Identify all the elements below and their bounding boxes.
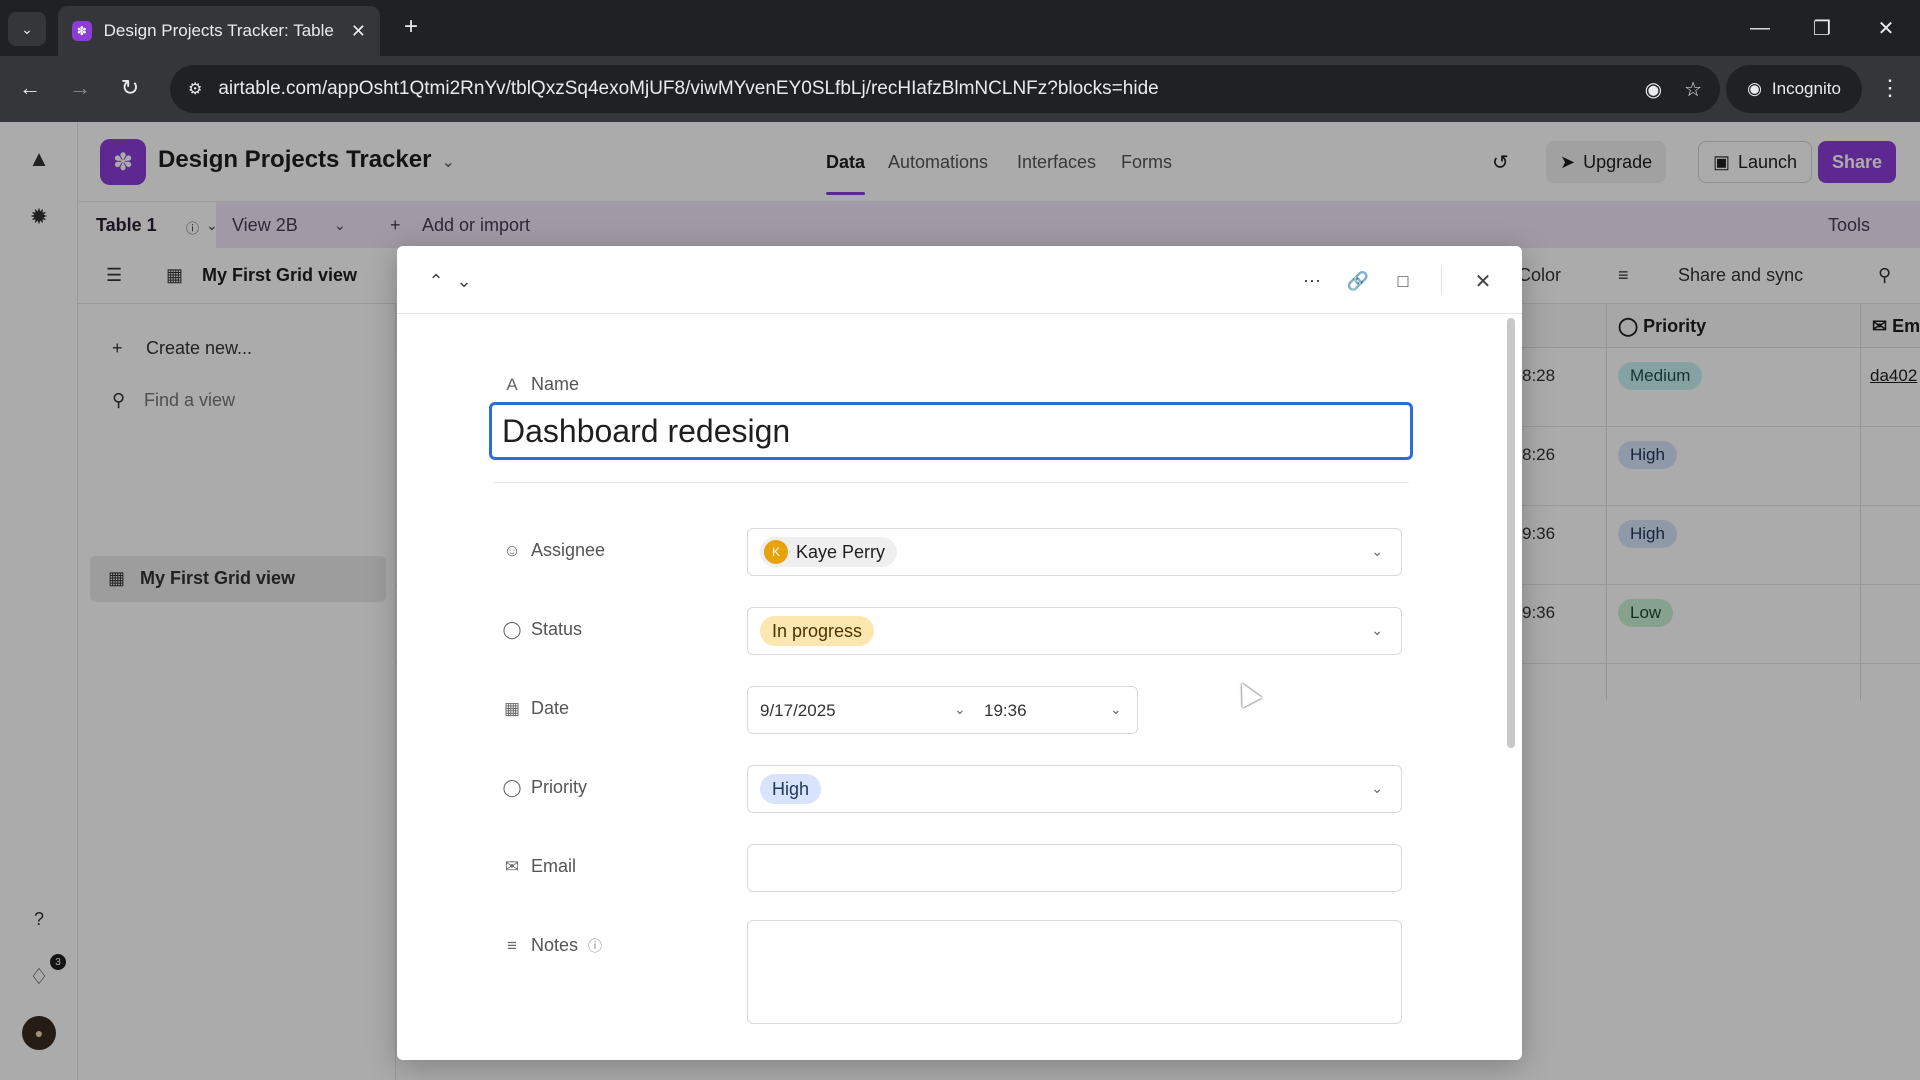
address-bar[interactable]: ⚙ airtable.com/appOsht1Qtmi2RnYv/tblQxzS… <box>170 65 1720 113</box>
reload-icon[interactable]: ↻ <box>112 70 148 106</box>
comments-icon[interactable]: □ <box>1388 266 1418 296</box>
next-record-icon[interactable]: ⌄ <box>449 266 479 296</box>
priority-chip: High <box>760 774 822 804</box>
name-input[interactable] <box>489 402 1413 460</box>
more-options-icon[interactable]: ⋯ <box>1297 266 1327 296</box>
priority-select[interactable]: High ⌄ <box>747 765 1402 813</box>
toolbar-divider <box>1441 266 1442 294</box>
minimize-icon[interactable]: — <box>1740 10 1780 46</box>
text-field-icon: A <box>506 374 518 394</box>
url-text[interactable]: airtable.com/appOsht1Qtmi2RnYv/tblQxzSq4… <box>218 78 1622 100</box>
chevron-down-icon[interactable]: ⌄ <box>1371 780 1383 797</box>
close-icon[interactable]: ✕ <box>1468 266 1498 296</box>
back-icon[interactable]: ← <box>12 70 48 106</box>
priority-label: ◯ Priority <box>502 777 588 797</box>
time-chevron-icon[interactable]: ⌄ <box>1110 701 1122 718</box>
chevron-down-icon[interactable]: ⌄ <box>1371 543 1383 560</box>
assignee-label: ☺ Assignee <box>503 540 606 560</box>
incognito-label: Incognito <box>1771 79 1841 98</box>
user-icon: ☺ <box>503 540 521 560</box>
date-field[interactable]: 9/17/2025 ⌄ 19:36 ⌄ <box>747 686 1138 734</box>
notes-textarea[interactable] <box>747 920 1402 1024</box>
browser-tab[interactable]: ✽ Design Projects Tracker: Table 1 ✕ <box>58 6 380 56</box>
incognito-indicator[interactable]: ◉ Incognito <box>1726 65 1862 113</box>
date-chevron-icon[interactable]: ⌄ <box>954 701 966 718</box>
record-expand-modal: ⌃ ⌄ ⋯ 🔗 □ ✕ AName ☺Assignee KKaye Perry … <box>397 246 1522 1060</box>
assignee-avatar: K <box>764 540 788 564</box>
tab-search-chevron-icon[interactable]: ⌄ <box>8 12 46 46</box>
date-label: ▦ Date <box>503 698 570 718</box>
browser-menu-icon[interactable]: ⋮ <box>1872 70 1908 106</box>
restore-icon[interactable]: ❐ <box>1802 10 1842 46</box>
modal-toolbar: ⌃ ⌄ ⋯ 🔗 □ ✕ <box>397 246 1522 314</box>
name-divider <box>493 482 1409 483</box>
assignee-chip[interactable]: K Kaye Perry <box>760 537 898 567</box>
calendar-icon: ▦ <box>503 698 521 718</box>
single-select-icon: ◯ <box>502 777 522 797</box>
email-icon: ✉ <box>504 856 520 876</box>
site-info-icon[interactable]: ⚙ <box>188 79 202 99</box>
email-input[interactable] <box>747 844 1402 892</box>
email-label: ✉ Email <box>504 856 577 876</box>
time-value[interactable]: 19:36 <box>984 701 1027 721</box>
chevron-down-icon[interactable]: ⌄ <box>1371 622 1383 639</box>
modal-scrollbar[interactable] <box>1507 318 1515 748</box>
notes-label: ≡ Notes ⓘ <box>503 935 602 956</box>
single-select-icon: ◯ <box>502 619 522 639</box>
info-icon[interactable]: ⓘ <box>588 936 602 956</box>
previous-record-icon[interactable]: ⌃ <box>421 266 451 296</box>
close-window-icon[interactable]: ✕ <box>1866 10 1906 46</box>
airtable-favicon-icon: ✽ <box>72 21 92 41</box>
incognito-icon: ◉ <box>1747 79 1762 98</box>
browser-toolbar: ← → ↻ ⚙ airtable.com/appOsht1Qtmi2RnYv/t… <box>0 56 1920 122</box>
close-tab-icon[interactable]: ✕ <box>351 21 366 42</box>
forward-icon[interactable]: → <box>62 70 98 106</box>
copy-link-icon[interactable]: 🔗 <box>1343 266 1373 296</box>
name-label: A Name <box>503 374 579 395</box>
new-tab-icon[interactable]: + <box>396 12 426 42</box>
long-text-icon: ≡ <box>507 935 517 955</box>
status-label: ◯ Status <box>502 619 583 639</box>
status-chip: In progress <box>760 616 875 646</box>
tab-title: Design Projects Tracker: Table 1 <box>103 21 335 40</box>
browser-tabstrip: ⌄ ✽ Design Projects Tracker: Table 1 ✕ +… <box>0 0 1920 56</box>
status-select[interactable]: In progress ⌄ <box>747 607 1402 655</box>
date-value[interactable]: 9/17/2025 <box>760 701 836 721</box>
assignee-select[interactable]: K Kaye Perry ⌄ <box>747 528 1402 576</box>
eye-off-icon[interactable]: ◉ <box>1645 77 1662 102</box>
bookmark-star-icon[interactable]: ☆ <box>1684 77 1702 102</box>
